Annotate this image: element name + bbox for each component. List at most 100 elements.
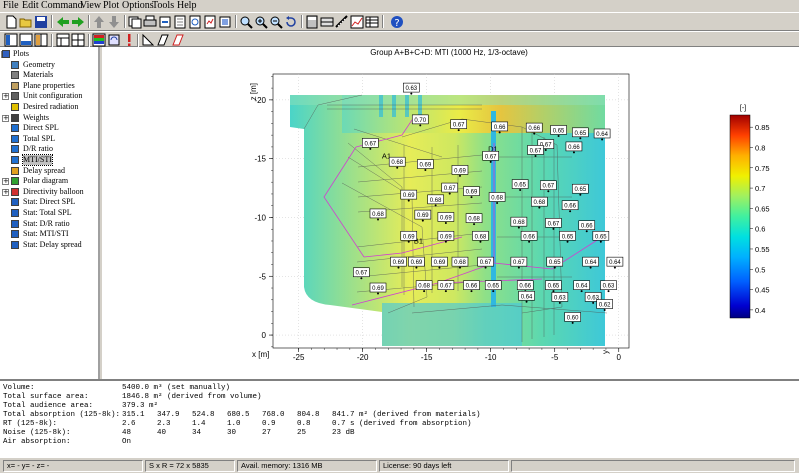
tree-item[interactable]: Stat: Total SPL	[0, 208, 98, 218]
mti-plot[interactable]: Group A+B+C+D: MTI (1000 Hz, 1/3-octave)	[102, 47, 799, 379]
tree-item[interactable]: Delay spread	[0, 166, 98, 176]
tree-expander-icon[interactable]: +	[2, 188, 9, 196]
measurement-value: 0.65	[549, 260, 561, 266]
svg-text:?: ?	[394, 18, 399, 29]
table-icon[interactable]	[365, 15, 379, 29]
measurement-value: 0.70	[414, 118, 426, 124]
grid-layout-icon[interactable]	[71, 33, 85, 47]
zoom-out-icon[interactable]	[269, 15, 283, 29]
tree-expander-icon[interactable]: +	[2, 114, 9, 122]
tree-item[interactable]: D/R ratio	[0, 144, 98, 154]
warning-icon[interactable]	[122, 33, 136, 47]
preview-icon[interactable]	[188, 15, 202, 29]
tree-item-label: Stat: Total SPL	[23, 208, 72, 217]
info-value: 2.6	[122, 420, 136, 428]
new-file-icon[interactable]	[4, 15, 18, 29]
measurement-value: 0.65	[487, 284, 499, 290]
tree-item[interactable]: Geometry	[0, 60, 98, 70]
measurement-value: 0.66	[523, 234, 535, 240]
menu-help[interactable]: Help	[177, 0, 196, 12]
total-spl-icon	[11, 134, 19, 143]
tree-view-icon[interactable]	[4, 33, 18, 47]
measurement-value: 0.69	[403, 193, 415, 199]
undo-zoom-icon[interactable]	[284, 15, 298, 29]
menu-file[interactable]: File	[3, 0, 19, 12]
tree-item[interactable]: + Weights	[0, 113, 98, 123]
plane-icon[interactable]	[156, 33, 170, 47]
x-tick-label: -15	[421, 353, 433, 362]
tree-item[interactable]: + Polar diagram	[0, 176, 98, 186]
audience-area-icon[interactable]	[141, 33, 155, 47]
tree-expander-icon[interactable]: +	[2, 178, 9, 186]
color-map-icon[interactable]	[92, 33, 106, 47]
measurement-value: 0.62	[599, 302, 611, 308]
zoom-icon[interactable]	[239, 15, 253, 29]
measurement-value: 0.67	[440, 284, 452, 290]
tree-item[interactable]: Total SPL	[0, 134, 98, 144]
menu-options[interactable]: Options	[122, 0, 154, 12]
plane-properties-icon	[11, 81, 19, 90]
export-icon[interactable]	[158, 15, 172, 29]
menu-plot[interactable]: Plot	[103, 0, 119, 12]
tree-item[interactable]: Stat: MTI/STI	[0, 229, 98, 239]
report-icon[interactable]	[203, 15, 217, 29]
toolbar-separator	[235, 15, 237, 28]
measurement-value: 0.64	[585, 260, 597, 266]
tree-item[interactable]: Stat: Delay spread	[0, 240, 98, 250]
tree-item[interactable]: Desired radiation	[0, 102, 98, 112]
help-icon[interactable]: ?	[390, 15, 404, 29]
measurement-value: 0.68	[475, 234, 487, 240]
layout-icon[interactable]	[56, 33, 70, 47]
tree-item-label: Stat: MTI/STI	[23, 229, 69, 239]
page-setup-icon[interactable]	[173, 15, 187, 29]
menu-view[interactable]: View	[80, 0, 101, 12]
copy-plot-icon[interactable]	[128, 15, 142, 29]
x-axis-label: x [m]	[252, 350, 269, 359]
materials-database-icon[interactable]	[320, 15, 334, 29]
tree-item[interactable]: Materials	[0, 70, 98, 80]
open-folder-icon[interactable]	[19, 15, 33, 29]
x-tick-label: -10	[485, 353, 497, 362]
refresh-icon[interactable]	[107, 33, 121, 47]
measurement-value: 0.63	[603, 284, 615, 290]
status-license: License: 90 days left	[379, 460, 509, 472]
tree-item[interactable]: -Plots	[0, 49, 98, 59]
up-arrow-icon[interactable]	[92, 15, 106, 29]
menu-command[interactable]: Command	[41, 0, 83, 12]
measurement-value: 0.68	[372, 212, 384, 218]
measurement-value: 0.67	[480, 260, 492, 266]
forward-arrow-icon[interactable]	[71, 15, 85, 29]
back-arrow-icon[interactable]	[56, 15, 70, 29]
measurement-value: 0.63	[554, 295, 566, 301]
view-options-icon[interactable]	[218, 15, 232, 29]
tree-item[interactable]: MTI/STI	[0, 154, 98, 166]
colorbar-tick-label: 0.75	[755, 164, 770, 173]
tree-expander-icon[interactable]: +	[2, 93, 9, 101]
z-tick-label: -10	[254, 213, 266, 222]
measure-icon[interactable]	[335, 15, 349, 29]
tree-item[interactable]: Plane properties	[0, 81, 98, 91]
select-plane-icon[interactable]	[171, 33, 185, 47]
calculator-icon[interactable]	[305, 15, 319, 29]
tree-item[interactable]: + Directivity balloon	[0, 187, 98, 197]
zoom-in-icon[interactable]	[254, 15, 268, 29]
tree-item[interactable]: + Unit configuration	[0, 91, 98, 101]
tree-item[interactable]: Direct SPL	[0, 123, 98, 133]
down-arrow-icon[interactable]	[107, 15, 121, 29]
direct-spl-icon	[11, 124, 19, 133]
desired-radiation-icon	[11, 103, 19, 111]
save-icon[interactable]	[34, 15, 48, 29]
plot-area: Group A+B+C+D: MTI (1000 Hz, 1/3-octave)	[102, 47, 799, 379]
z-tick-label: 0	[262, 331, 267, 340]
menu-edit[interactable]: Edit	[22, 0, 39, 12]
directivity-balloon-icon	[11, 187, 19, 196]
split-view-icon[interactable]	[34, 33, 48, 47]
info-panel-icon[interactable]	[19, 33, 33, 47]
measurement-value: 0.68	[513, 220, 525, 226]
print-icon[interactable]	[143, 15, 157, 29]
tree-item[interactable]: Stat: Direct SPL	[0, 197, 98, 207]
info-value: 0.7 s (derived from absorption)	[332, 420, 472, 428]
graph-icon[interactable]	[350, 15, 364, 29]
tree-item[interactable]: Stat: D/R ratio	[0, 219, 98, 229]
menu-tools[interactable]: Tools	[152, 0, 174, 12]
